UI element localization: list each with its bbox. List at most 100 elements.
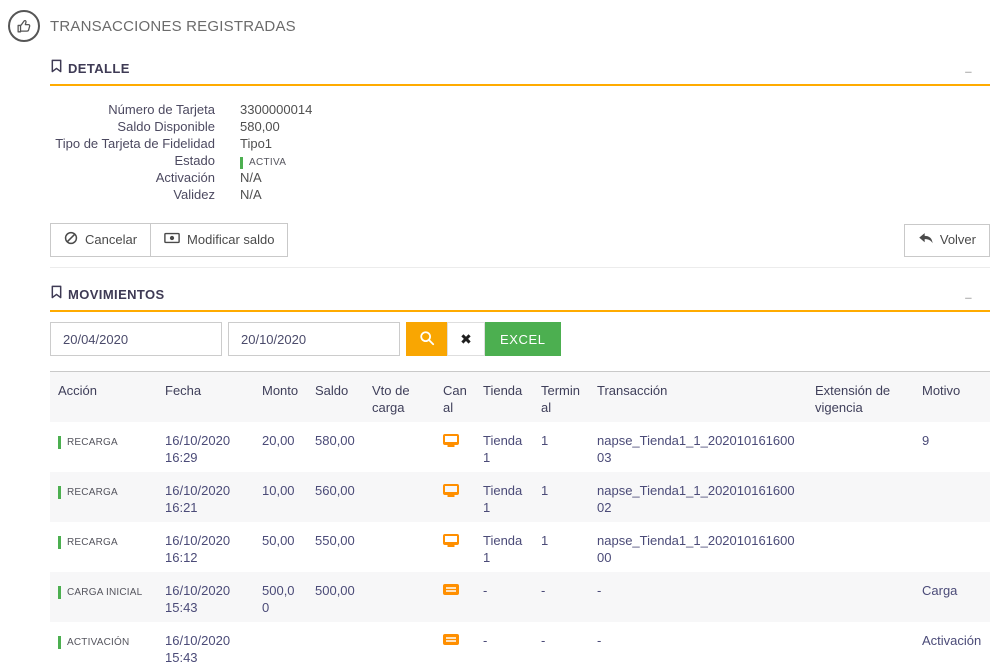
- table-row: RECARGA 16/10/2020 16:12 50,00 550,00 Ti…: [50, 522, 990, 572]
- column-header-fecha: Fecha: [157, 371, 254, 422]
- column-header-canal: Canal: [435, 371, 475, 422]
- field-value: Tipo1: [240, 136, 273, 151]
- movimientos-section: MOVIMIENTOS – ✖ EXCEL: [50, 285, 990, 672]
- section-title-movimientos: MOVIMIENTOS: [68, 287, 165, 302]
- column-header-vto-de-carga: Vto de carga: [364, 371, 435, 422]
- detalle-section: DETALLE – Número de Tarjeta 3300000014 S…: [50, 59, 990, 268]
- channel-icon: [443, 584, 459, 595]
- field-label: Saldo Disponible: [117, 119, 215, 134]
- cell-tienda: -: [483, 583, 488, 598]
- cell-tienda: Tienda1: [483, 483, 523, 515]
- field-label: Número de Tarjeta: [108, 102, 215, 117]
- detail-field-tipo-de-tarjeta: Tipo de Tarjeta de Fidelidad Tipo1: [50, 135, 990, 152]
- cell-monto: 500,00: [262, 583, 295, 615]
- channel-icon: [443, 484, 459, 495]
- action-label: RECARGA: [58, 486, 118, 499]
- detail-field-estado: Estado ACTIVA: [50, 152, 990, 169]
- channel-icon: [443, 534, 459, 545]
- modify-balance-button[interactable]: Modificar saldo: [150, 223, 289, 257]
- close-icon: ✖: [460, 330, 472, 347]
- cell-terminal: 1: [541, 433, 549, 448]
- column-header-extension-de-vigencia: Extensión de vigencia: [807, 371, 914, 422]
- column-header-terminal: Terminal: [533, 371, 589, 422]
- column-header-motivo: Motivo: [914, 371, 990, 422]
- field-value: 580,00: [240, 119, 280, 134]
- field-label: Validez: [173, 187, 215, 202]
- money-icon: [164, 232, 180, 248]
- cell-saldo: 500,00: [315, 583, 355, 598]
- thumbs-up-icon: [8, 10, 40, 42]
- cell-saldo: 550,00: [315, 533, 355, 548]
- field-value: N/A: [240, 170, 262, 185]
- excel-button[interactable]: EXCEL: [485, 322, 561, 356]
- column-header-saldo: Saldo: [307, 371, 364, 422]
- clear-filter-button[interactable]: ✖: [447, 322, 485, 356]
- movements-table: Acción Fecha Monto Saldo Vto de carga Ca…: [50, 371, 990, 672]
- search-button[interactable]: [406, 322, 447, 356]
- date-from-input[interactable]: [50, 322, 222, 356]
- channel-icon: [443, 634, 459, 645]
- cell-motivo: [914, 472, 990, 522]
- section-title-detalle: DETALLE: [68, 61, 130, 76]
- movimientos-header: MOVIMIENTOS –: [50, 285, 990, 304]
- bookmark-icon: [50, 285, 63, 304]
- cell-vto-de-carga: [364, 422, 435, 472]
- field-label: Estado: [174, 153, 215, 168]
- date-to-input[interactable]: [228, 322, 400, 356]
- cell-extension: [807, 422, 914, 472]
- cell-vto-de-carga: [364, 572, 435, 622]
- cell-saldo: [307, 622, 364, 672]
- cell-fecha: 16/10/2020 15:43: [165, 583, 231, 615]
- cell-motivo: 9: [922, 433, 930, 448]
- action-label: RECARGA: [58, 536, 118, 549]
- cell-tienda: Tienda1: [483, 533, 523, 565]
- action-label: CARGA INICIAL: [58, 586, 142, 599]
- cell-extension: [807, 522, 914, 572]
- cell-transaccion: napse_Tienda1_1_20201016160002: [597, 483, 795, 515]
- cell-terminal: -: [541, 633, 546, 648]
- cell-fecha: 16/10/2020 16:21: [165, 483, 231, 515]
- detail-field-numero-de-tarjeta: Número de Tarjeta 3300000014: [50, 101, 990, 118]
- cell-fecha: 16/10/2020 15:43: [165, 633, 231, 665]
- field-label: Activación: [155, 170, 215, 185]
- cell-transaccion: -: [597, 583, 602, 598]
- back-button-label: Volver: [939, 232, 976, 247]
- collapse-detalle-button[interactable]: –: [965, 65, 990, 78]
- cell-transaccion: napse_Tienda1_1_20201016160000: [597, 533, 795, 565]
- table-row: RECARGA 16/10/2020 16:29 20,00 580,00 Ti…: [50, 422, 990, 472]
- detail-field-validez: Validez N/A: [50, 186, 990, 203]
- cancel-icon: [64, 231, 78, 249]
- column-header-accion: Acción: [50, 371, 157, 422]
- field-value: 3300000014: [240, 102, 313, 117]
- action-label: ACTIVACIÓN: [58, 636, 129, 649]
- back-button[interactable]: Volver: [903, 223, 990, 257]
- page-header: TRANSACCIONES REGISTRADAS: [0, 0, 998, 42]
- cell-monto: 50,00: [262, 533, 295, 548]
- cell-extension: [807, 472, 914, 522]
- cell-vto-de-carga: [364, 622, 435, 672]
- cell-vto-de-carga: [364, 472, 435, 522]
- movimientos-filters: ✖ EXCEL: [50, 322, 990, 356]
- table-row: ACTIVACIÓN 16/10/2020 15:43 - - - Activa…: [50, 622, 990, 672]
- cell-tienda: Tienda1: [483, 433, 523, 465]
- back-arrow-icon: [918, 232, 933, 249]
- cell-monto: 20,00: [262, 433, 295, 448]
- cell-extension: [807, 622, 914, 672]
- movimientos-accent-rule: [50, 310, 990, 312]
- detail-field-activacion: Activación N/A: [50, 169, 990, 186]
- collapse-movimientos-button[interactable]: –: [965, 291, 990, 304]
- detail-field-saldo-disponible: Saldo Disponible 580,00: [50, 118, 990, 135]
- column-header-tienda: Tienda: [475, 371, 533, 422]
- page-title: TRANSACCIONES REGISTRADAS: [50, 17, 296, 35]
- field-label: Tipo de Tarjeta de Fidelidad: [55, 136, 215, 151]
- cell-transaccion: -: [597, 633, 602, 648]
- table-row: RECARGA 16/10/2020 16:21 10,00 560,00 Ti…: [50, 472, 990, 522]
- cell-transaccion: napse_Tienda1_1_20201016160003: [597, 433, 795, 465]
- cell-saldo: 560,00: [315, 483, 355, 498]
- cell-terminal: 1: [541, 483, 549, 498]
- cell-tienda: -: [483, 633, 488, 648]
- cell-motivo: [914, 522, 990, 572]
- cell-fecha: 16/10/2020 16:29: [165, 433, 231, 465]
- column-header-transaccion: Transacción: [589, 371, 807, 422]
- cancel-button[interactable]: Cancelar: [50, 223, 152, 257]
